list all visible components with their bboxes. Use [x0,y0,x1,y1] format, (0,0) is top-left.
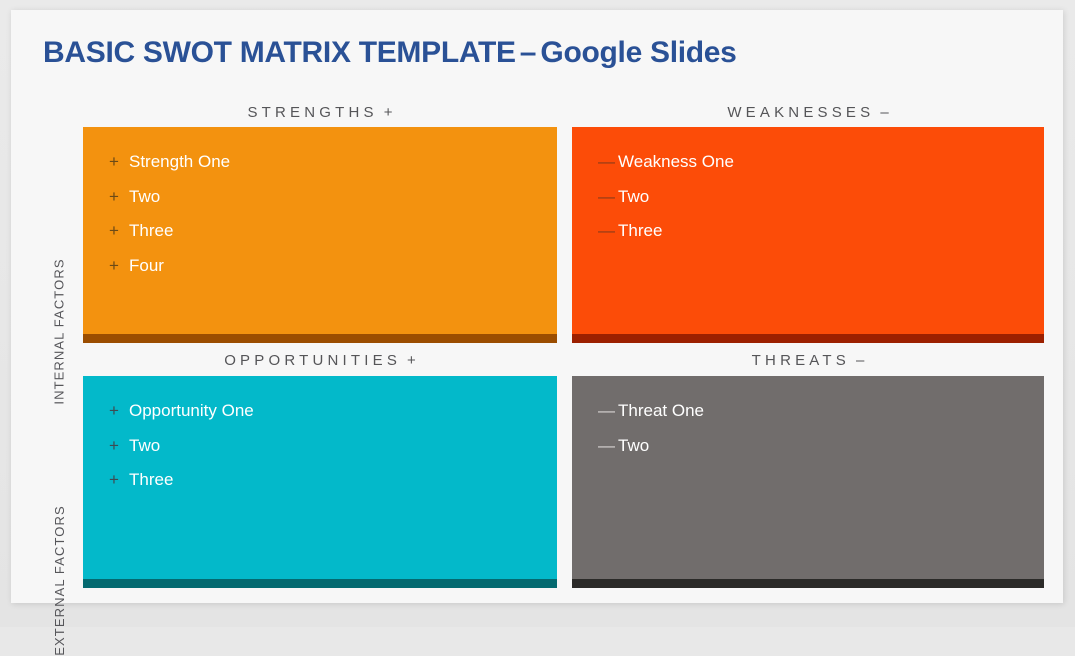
list-item: + Three [109,214,557,249]
axis-label-external-factors-text: EXTERNAL FACTORS [51,505,67,656]
list-item-label: Two [618,186,650,206]
list-item: + Opportunity One [109,394,557,429]
page-title-separator: – [519,36,537,69]
page-title: BASIC SWOT MATRIX TEMPLATE – Google Slides [43,36,737,70]
quadrant-weaknesses-body: — Weakness One — Two — Three [572,127,1044,334]
heading-weaknesses-sign: – [880,104,889,121]
list-bullet-icon: + [109,255,119,275]
quadrant-weaknesses-accent-bar [572,334,1044,343]
list-bullet-icon: + [109,401,119,420]
list-item-label: Three [129,221,174,240]
quadrant-opportunities-accent-bar [83,579,557,588]
list-item-label: Three [129,470,174,489]
list-item: + Two [109,180,557,215]
list-bullet-icon: — [598,221,615,240]
quadrant-opportunities-body: + Opportunity One + Two + Three [83,376,557,579]
axis-label-internal-factors: INTERNAL FACTORS [47,123,71,404]
list-item: — Threat One [598,394,1044,429]
list-bullet-icon: + [109,435,119,455]
list-bullet-icon: + [109,470,119,489]
strengths-list: + Strength One + Two + Three + Four [83,127,557,283]
list-bullet-icon: — [598,401,615,420]
slide-card: BASIC SWOT MATRIX TEMPLATE – Google Slides… [11,10,1063,656]
list-item: + Strength One [109,145,557,180]
heading-strengths: STRENGTHS + [83,104,557,121]
weaknesses-list: — Weakness One — Two — Three [572,127,1044,249]
heading-strengths-text: STRENGTHS [247,104,378,121]
quadrant-strengths[interactable]: + Strength One + Two + Three + Four [83,127,557,343]
threats-list: — Threat One — Two [572,376,1044,463]
quadrant-threats-body: — Threat One — Two [572,376,1044,579]
list-item-label: Two [618,435,650,455]
page-title-main: BASIC SWOT MATRIX TEMPLATE [43,36,516,69]
list-bullet-icon: — [598,152,615,171]
list-item: — Weakness One [598,145,1044,180]
list-bullet-icon: — [598,186,615,206]
list-bullet-icon: + [109,221,119,240]
heading-weaknesses-text: WEAKNESSES [727,104,875,121]
heading-strengths-sign: + [383,104,393,121]
page-background: BASIC SWOT MATRIX TEMPLATE – Google Slides… [0,0,1075,656]
list-item: — Three [598,214,1044,249]
heading-opportunities: OPPORTUNITIES + [83,352,557,369]
heading-opportunities-sign: + [407,352,416,369]
list-item-label: Weakness One [618,152,734,171]
quadrant-threats[interactable]: — Threat One — Two [572,376,1044,588]
quadrant-weaknesses[interactable]: — Weakness One — Two — Three [572,127,1044,343]
list-bullet-icon: + [109,152,119,171]
axis-label-external-factors: EXTERNAL FACTORS [47,372,71,656]
heading-threats-text: THREATS [751,352,850,369]
list-item-label: Strength One [129,152,231,171]
opportunities-list: + Opportunity One + Two + Three [83,376,557,498]
list-item-label: Two [129,435,161,455]
list-item: + Four [109,249,557,284]
list-item-label: Opportunity One [129,401,254,420]
heading-opportunities-text: OPPORTUNITIES [224,352,402,369]
list-bullet-icon: — [598,435,615,455]
list-item: — Two [598,180,1044,215]
list-item: + Two [109,429,557,464]
quadrant-strengths-body: + Strength One + Two + Three + Four [83,127,557,334]
list-item: — Two [598,429,1044,464]
list-item-label: Three [618,221,663,240]
heading-threats: THREATS – [572,352,1044,369]
quadrant-strengths-accent-bar [83,334,557,343]
heading-weaknesses: WEAKNESSES – [572,104,1044,121]
list-item-label: Four [129,255,164,275]
page-title-suffix: Google Slides [540,36,737,69]
list-item: + Three [109,463,557,498]
list-item-label: Two [129,186,161,206]
quadrant-opportunities[interactable]: + Opportunity One + Two + Three [83,376,557,588]
quadrant-threats-accent-bar [572,579,1044,588]
heading-threats-sign: – [855,352,865,369]
list-bullet-icon: + [109,186,119,206]
list-item-label: Threat One [618,401,704,420]
